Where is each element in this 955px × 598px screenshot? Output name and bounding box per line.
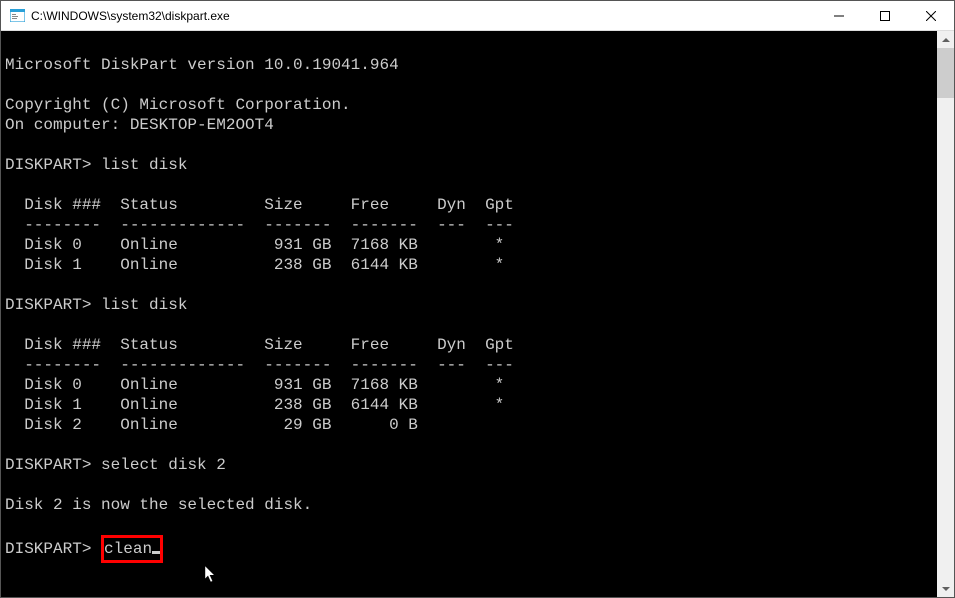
version-line: Microsoft DiskPart version 10.0.19041.96… bbox=[5, 55, 937, 75]
app-icon bbox=[9, 8, 25, 24]
table-row: Disk 1 Online 238 GB 6144 KB * bbox=[5, 255, 937, 275]
prompt-line: DISKPART> clean bbox=[5, 535, 937, 563]
blank-line bbox=[5, 175, 937, 195]
maximize-button[interactable] bbox=[862, 1, 908, 30]
prompt-line: DISKPART> select disk 2 bbox=[5, 455, 937, 475]
prompt-text: DISKPART> bbox=[5, 456, 91, 474]
prompt-text: DISKPART> bbox=[5, 156, 91, 174]
terminal-area: Microsoft DiskPart version 10.0.19041.96… bbox=[1, 31, 954, 597]
blank-line bbox=[5, 475, 937, 495]
table-row: Disk 0 Online 931 GB 7168 KB * bbox=[5, 375, 937, 395]
text-cursor bbox=[152, 551, 160, 554]
window-title: C:\WINDOWS\system32\diskpart.exe bbox=[31, 9, 816, 23]
window-controls bbox=[816, 1, 954, 30]
vertical-scrollbar[interactable] bbox=[937, 31, 954, 597]
highlighted-command: clean bbox=[101, 535, 163, 563]
table-row: Disk 0 Online 931 GB 7168 KB * bbox=[5, 235, 937, 255]
scroll-down-arrow-icon[interactable] bbox=[937, 580, 954, 597]
terminal-output[interactable]: Microsoft DiskPart version 10.0.19041.96… bbox=[1, 31, 937, 597]
blank-line bbox=[5, 75, 937, 95]
blank-line bbox=[5, 135, 937, 155]
result-line: Disk 2 is now the selected disk. bbox=[5, 495, 937, 515]
blank-line bbox=[5, 515, 937, 535]
table-divider: -------- ------------- ------- ------- -… bbox=[5, 215, 937, 235]
minimize-button[interactable] bbox=[816, 1, 862, 30]
window-frame: C:\WINDOWS\system32\diskpart.exe Microso… bbox=[0, 0, 955, 598]
table-header: Disk ### Status Size Free Dyn Gpt bbox=[5, 335, 937, 355]
prompt-line: DISKPART> list disk bbox=[5, 155, 937, 175]
command-text: select disk 2 bbox=[101, 456, 226, 474]
table-row: Disk 2 Online 29 GB 0 B bbox=[5, 415, 937, 435]
prompt-text: DISKPART> bbox=[5, 296, 91, 314]
command-text: list disk bbox=[101, 156, 187, 174]
prompt-line: DISKPART> list disk bbox=[5, 295, 937, 315]
command-text: clean bbox=[104, 540, 152, 558]
computer-line: On computer: DESKTOP-EM2OOT4 bbox=[5, 115, 937, 135]
table-divider: -------- ------------- ------- ------- -… bbox=[5, 355, 937, 375]
blank-line bbox=[5, 275, 937, 295]
scroll-up-arrow-icon[interactable] bbox=[937, 31, 954, 48]
command-text: list disk bbox=[101, 296, 187, 314]
blank-line bbox=[5, 315, 937, 335]
blank-line bbox=[5, 35, 937, 55]
close-button[interactable] bbox=[908, 1, 954, 30]
titlebar[interactable]: C:\WINDOWS\system32\diskpart.exe bbox=[1, 1, 954, 31]
table-header: Disk ### Status Size Free Dyn Gpt bbox=[5, 195, 937, 215]
prompt-text: DISKPART> bbox=[5, 540, 91, 558]
blank-line bbox=[5, 435, 937, 455]
scroll-thumb[interactable] bbox=[937, 48, 954, 98]
copyright-line: Copyright (C) Microsoft Corporation. bbox=[5, 95, 937, 115]
table-row: Disk 1 Online 238 GB 6144 KB * bbox=[5, 395, 937, 415]
